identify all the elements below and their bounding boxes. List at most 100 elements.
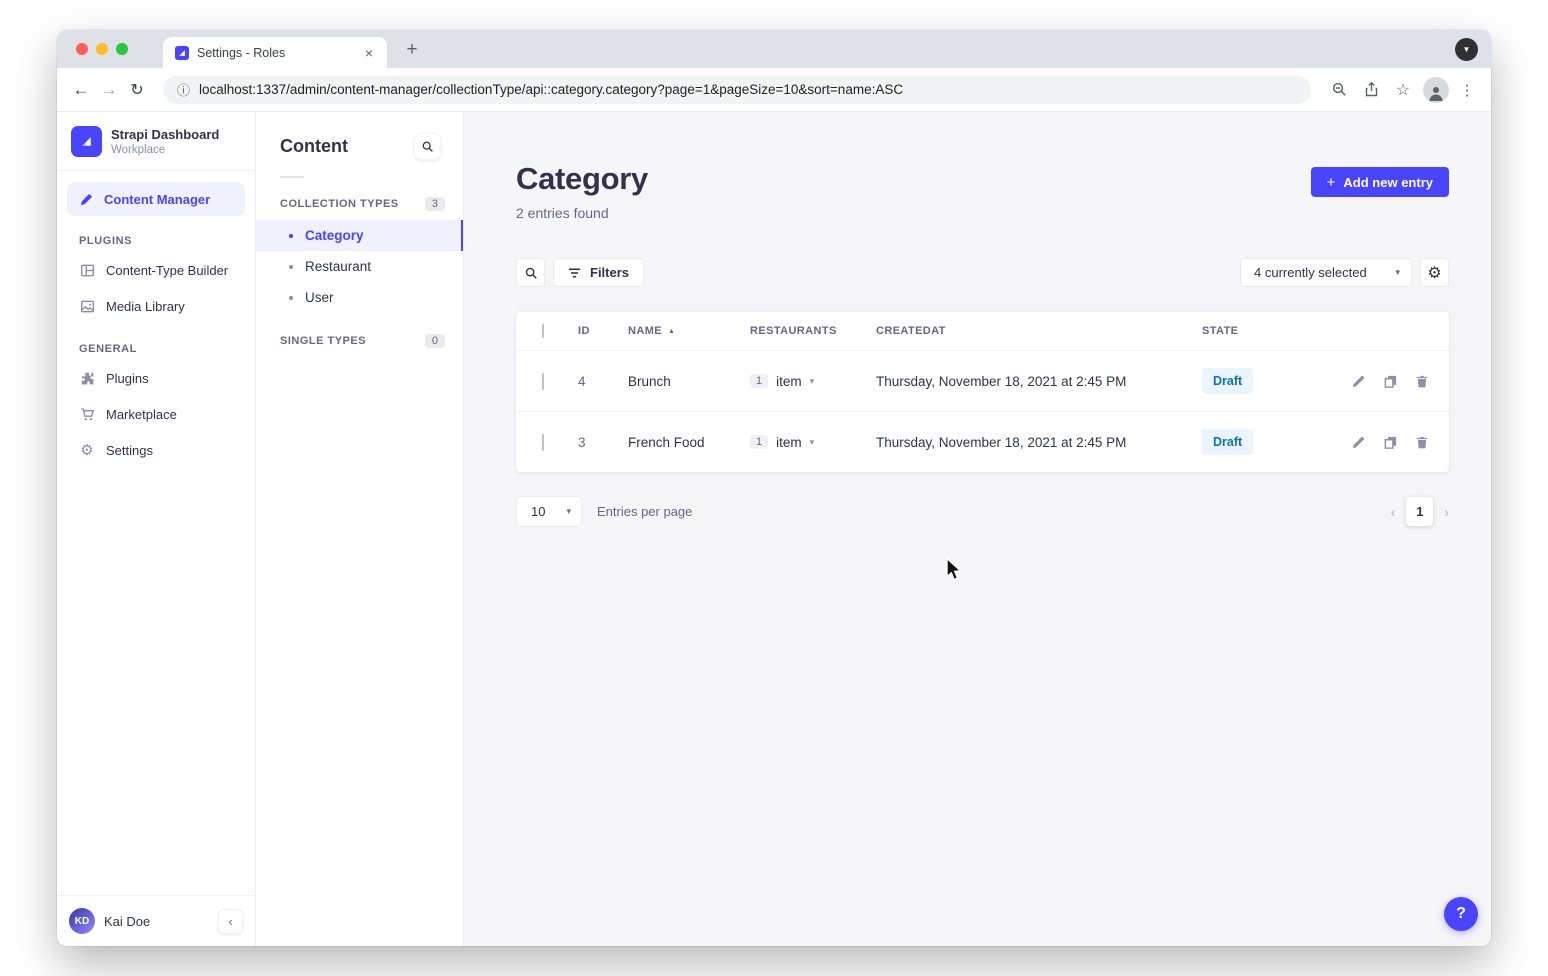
relation-unit-label: item [776,374,802,389]
close-window-button[interactable] [76,43,88,55]
next-page-icon[interactable]: › [1444,504,1449,520]
collapse-sidebar-button[interactable]: ‹ [218,909,243,934]
forward-icon[interactable]: → [95,76,123,104]
strapi-logo-icon [71,126,102,157]
column-header-restaurants[interactable]: RESTAURANTS [750,325,876,337]
sidebar-item-media-library[interactable]: Media Library [57,288,255,324]
sidebar-item-plugins[interactable]: Plugins [57,360,255,396]
workspace-brand[interactable]: Strapi Dashboard Workplace [57,112,255,171]
cell-restaurants[interactable]: 1 item ▾ [750,374,876,389]
delete-trash-icon[interactable] [1415,374,1429,389]
browser-menu-icon[interactable]: ⋮ [1453,76,1481,104]
content-subnav: Content COLLECTION TYPES 3 Category Rest… [256,112,464,946]
chevron-down-icon: ▾ [810,376,815,387]
browser-profile-icon[interactable]: ▼ [1455,38,1478,61]
sidebar-item-marketplace[interactable]: Marketplace [57,396,255,432]
entries-table: ID NAME ▲ RESTAURANTS CREATEDAT STATE 4 … [516,312,1449,472]
address-bar[interactable]: ⓘ localhost:1337/admin/content-manager/c… [163,76,1311,104]
sidebar-item-label: Settings [106,443,153,458]
plus-icon: + [1327,174,1336,191]
bullet-icon [289,296,293,300]
fields-selected-value: 4 currently selected [1254,265,1367,280]
view-settings-gear-icon[interactable]: ⚙ [1420,258,1449,287]
select-all-checkbox[interactable] [542,324,544,338]
browser-user-avatar[interactable] [1423,77,1449,103]
column-header-id[interactable]: ID [578,325,628,337]
feather-pen-icon [78,191,94,207]
state-badge: Draft [1202,429,1253,455]
share-icon[interactable] [1357,76,1385,104]
single-types-label: SINGLE TYPES [280,335,366,347]
filters-button[interactable]: Filters [553,258,644,287]
column-header-createdat[interactable]: CREATEDAT [876,325,1202,337]
sidebar-item-content-type-builder[interactable]: Content-Type Builder [57,252,255,288]
sidebar-item-content-manager[interactable]: Content Manager [67,182,245,216]
layout-grid-icon [79,262,95,278]
bookmark-star-icon[interactable]: ☆ [1389,76,1417,104]
sidebar-user-footer: KD Kai Doe ‹ [57,895,255,946]
minimize-window-button[interactable] [96,43,108,55]
subnav-search-button[interactable] [414,133,441,160]
relation-count-badge: 1 [750,435,768,449]
subnav-item-restaurant[interactable]: Restaurant [256,251,463,282]
edit-pencil-icon[interactable] [1351,374,1366,389]
site-info-icon[interactable]: ⓘ [177,80,190,99]
zoom-page-icon[interactable] [1325,76,1353,104]
sidebar-item-settings[interactable]: ⚙ Settings [57,432,255,468]
sidebar-item-label: Plugins [106,371,149,386]
delete-trash-icon[interactable] [1415,435,1429,450]
user-avatar[interactable]: KD [69,908,95,934]
macos-traffic-lights [76,43,128,55]
cell-restaurants[interactable]: 1 item ▾ [750,435,876,450]
cell-name: French Food [628,435,750,450]
back-icon[interactable]: ← [67,76,95,104]
search-button[interactable] [516,258,545,287]
table-row[interactable]: 3 French Food 1 item ▾ Thursday, Novembe… [516,411,1449,472]
column-header-name[interactable]: NAME ▲ [628,325,750,337]
tab-close-icon[interactable]: × [361,45,377,61]
column-header-name-label: NAME [628,325,662,337]
row-actions [1314,435,1429,450]
subnav-item-category[interactable]: Category [256,220,463,251]
fields-selected-dropdown[interactable]: 4 currently selected ▾ [1240,258,1412,287]
chevron-down-icon: ▾ [566,506,571,517]
duplicate-icon[interactable] [1383,374,1398,389]
cell-createdat: Thursday, November 18, 2021 at 2:45 PM [876,374,1202,389]
duplicate-icon[interactable] [1383,435,1398,450]
row-checkbox[interactable] [542,434,544,451]
cell-id: 3 [578,435,628,450]
new-tab-button[interactable]: + [399,37,425,63]
browser-toolbar: ← → ↻ ⓘ localhost:1337/admin/content-man… [57,68,1491,112]
sidebar-item-label: Content-Type Builder [106,263,228,278]
reload-icon[interactable]: ↻ [123,76,151,104]
plugins-section-label: PLUGINS [57,216,255,252]
browser-tab[interactable]: Settings - Roles × [163,37,387,68]
table-row[interactable]: 4 Brunch 1 item ▾ Thursday, November 18,… [516,350,1449,411]
shopping-cart-icon [79,406,95,422]
edit-pencil-icon[interactable] [1351,435,1366,450]
chevron-down-icon: ▾ [810,437,815,448]
tab-title: Settings - Roles [197,46,353,60]
column-header-state[interactable]: STATE [1202,325,1314,337]
tab-favicon-strapi-icon [175,46,189,60]
sidebar-item-label: Media Library [106,299,185,314]
zoom-window-button[interactable] [116,43,128,55]
state-badge: Draft [1202,368,1253,394]
collection-types-count-badge: 3 [425,197,445,211]
sort-ascending-icon: ▲ [668,328,675,335]
row-checkbox[interactable] [542,373,544,390]
strapi-app: Strapi Dashboard Workplace Content Manag… [57,112,1491,946]
table-actions-row: Filters 4 currently selected ▾ ⚙ [516,258,1449,287]
main-content: Category 2 entries found + Add new entry… [464,112,1491,946]
collection-types-label: COLLECTION TYPES [280,198,399,210]
add-new-entry-button[interactable]: + Add new entry [1311,167,1449,197]
current-page-button[interactable]: 1 [1406,497,1433,526]
page-size-dropdown[interactable]: 10 ▾ [516,496,582,527]
subnav-item-user[interactable]: User [256,282,463,313]
brand-subtitle: Workplace [111,144,219,156]
image-icon [79,298,95,314]
add-new-entry-label: Add new entry [1343,175,1433,190]
sidebar-item-label: Content Manager [104,192,210,207]
previous-page-icon[interactable]: ‹ [1391,504,1396,520]
help-button[interactable]: ? [1444,897,1478,931]
